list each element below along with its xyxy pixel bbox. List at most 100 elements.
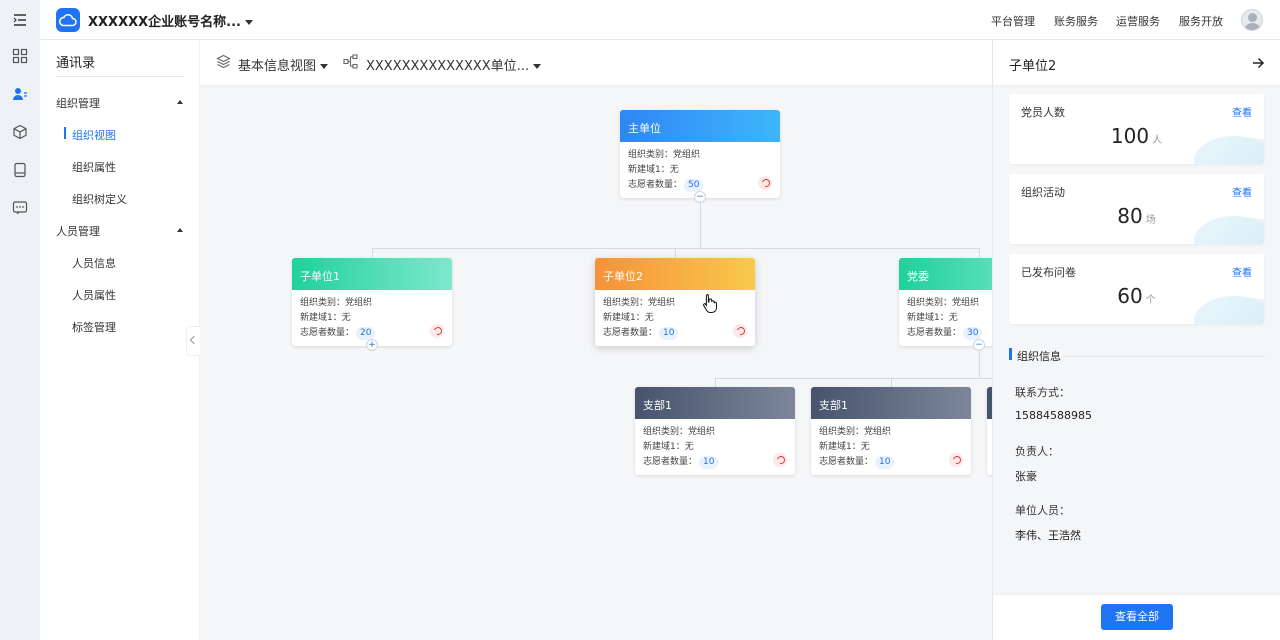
chevron-down-icon	[320, 64, 329, 69]
active-indicator	[64, 127, 66, 139]
user-avatar[interactable]	[1241, 9, 1263, 31]
field-label: 组织类别：	[907, 298, 953, 308]
nav-item-tags[interactable]: 标签管理	[72, 319, 116, 335]
org-card-sub2[interactable]: 子单位2 组织类别：党组织 新建域1：无 志愿者数量： 10	[595, 258, 755, 346]
nav-group-people[interactable]: 人员管理	[56, 223, 100, 239]
nav-item-org-tree[interactable]: 组织树定义	[72, 191, 127, 207]
party-emblem-icon	[949, 453, 963, 467]
leader-label: 负责人：	[1015, 445, 1059, 458]
field-label: 新建域1：	[300, 313, 342, 323]
field-label: 组织类别：	[643, 427, 689, 437]
contact-label: 联系方式：	[1015, 386, 1070, 399]
chevron-down-icon	[533, 64, 542, 69]
nav-item-people-info[interactable]: 人员信息	[72, 255, 116, 271]
nav-item-people-attrs[interactable]: 人员属性	[72, 287, 116, 303]
divider	[56, 76, 184, 77]
view-link[interactable]: 查看	[1232, 184, 1252, 199]
panel-title: 子单位2	[1009, 59, 1057, 74]
org-tree-icon	[343, 54, 358, 72]
view-selector[interactable]: 基本信息视图	[238, 55, 329, 74]
stat-unit: 个	[1145, 295, 1156, 306]
contacts-icon[interactable]	[12, 86, 28, 102]
field-label: 组织类别：	[628, 150, 674, 160]
volunteer-count-badge: 10	[875, 456, 895, 469]
menu-icon[interactable]	[12, 12, 28, 28]
card-body: 组织类别：党组织 新建域1：无 志愿者数量： 10	[635, 419, 795, 475]
card-body: 组织类别：党组织 新建域1：无 志愿者数量： 10	[811, 419, 971, 475]
stat-value: 100 人	[1009, 124, 1264, 148]
org-card-branch1[interactable]: 支部1 组织类别：党组织 新建域1：无 志愿者数量： 10	[811, 387, 971, 475]
field-label: 新建域1：	[643, 442, 685, 452]
arrow-right-icon[interactable]	[1252, 57, 1265, 72]
nav-open-service[interactable]: 服务开放	[1179, 13, 1223, 29]
icon-rail	[0, 0, 40, 640]
collapse-node-button[interactable]: −	[973, 339, 985, 351]
collapse-sidebar-button[interactable]	[186, 326, 200, 356]
field1-value: 无	[341, 313, 351, 323]
divider	[1063, 356, 1265, 357]
org-chart-canvas[interactable]: 主单位 组织类别：党组织 新建域1：无 志愿者数量： 50 − 子单位1 组织类别…	[200, 86, 992, 640]
party-emblem-icon	[430, 324, 444, 338]
view-all-button[interactable]: 查看全部	[1101, 604, 1173, 630]
chevron-up-icon[interactable]	[177, 228, 183, 232]
field-label: 新建域1：	[628, 165, 670, 175]
panel-footer: 查看全部	[993, 594, 1280, 640]
unit-selector[interactable]: XXXXXXXXXXXXXX单位...	[366, 55, 542, 74]
field-label: 新建域1：	[819, 442, 861, 452]
company-switcher[interactable]: XXXXXX企业账号名称...	[88, 11, 253, 30]
nav-item-org-view[interactable]: 组织视图	[72, 127, 116, 143]
field-label: 新建域1：	[603, 313, 645, 323]
stat-label: 组织活动	[1021, 186, 1065, 199]
detail-panel: 子单位2 党员人数 查看 100 人 组织活动 查看 80 场 已发布问卷 查看 6…	[992, 40, 1280, 640]
panel-header: 子单位2	[993, 40, 1280, 86]
field-label: 新建域1：	[907, 313, 949, 323]
company-name: XXXXXX企业账号名称...	[88, 15, 241, 30]
stat-label: 党员人数	[1021, 106, 1065, 119]
grid-icon[interactable]	[12, 48, 28, 64]
view-link[interactable]: 查看	[1232, 104, 1252, 119]
org-card-branch1[interactable]: 支部1 组织类别：党组织 新建域1：无 志愿者数量： 10	[635, 387, 795, 475]
stat-unit: 人	[1152, 135, 1163, 146]
cube-icon[interactable]	[12, 124, 28, 140]
field-label: 志愿者数量：	[643, 457, 698, 467]
nav-group-org[interactable]: 组织管理	[56, 95, 100, 111]
cloud-logo-icon	[56, 8, 80, 32]
field-label: 志愿者数量：	[819, 457, 874, 467]
nav-item-org-attrs[interactable]: 组织属性	[72, 159, 116, 175]
connector	[675, 248, 676, 258]
expand-node-button[interactable]: +	[366, 339, 378, 351]
connector	[372, 248, 980, 249]
org-card-committee[interactable]: 党委 组织类别：党组织 新建域1：无 志愿者数量： 30 −	[899, 258, 992, 351]
party-emblem-icon	[733, 324, 747, 338]
chevron-up-icon[interactable]	[177, 100, 183, 104]
view-link[interactable]: 查看	[1232, 264, 1252, 279]
collapse-node-button[interactable]: −	[694, 191, 706, 203]
volunteer-count-badge: 10	[659, 327, 679, 340]
section-indicator	[1009, 348, 1012, 360]
category-value: 党组织	[688, 427, 716, 437]
party-emblem-icon	[758, 176, 772, 190]
stat-value: 80 场	[1009, 204, 1264, 228]
card-body: 组织类别：党组织 新建域1：无 志愿者数量： 30	[899, 290, 992, 346]
field-label: 志愿者数量：	[907, 328, 962, 338]
category-value: 党组织	[673, 150, 701, 160]
card-title: 子单位2	[595, 258, 755, 290]
stat-number: 100	[1110, 124, 1150, 148]
device-icon[interactable]	[12, 162, 28, 178]
card-title: 主单位	[620, 110, 780, 142]
nav-platform[interactable]: 平台管理	[991, 13, 1035, 29]
nav-operations[interactable]: 运营服务	[1116, 13, 1160, 29]
connector	[700, 196, 701, 248]
org-card-main[interactable]: 主单位 组织类别：党组织 新建域1：无 志愿者数量： 50 −	[620, 110, 780, 203]
layers-icon	[216, 54, 231, 72]
message-icon[interactable]	[12, 200, 28, 216]
nav-billing[interactable]: 账务服务	[1054, 13, 1098, 29]
stat-number: 60	[1117, 284, 1143, 308]
org-card-sub1[interactable]: 子单位1 组织类别：党组织 新建域1：无 志愿者数量： 20 +	[292, 258, 452, 351]
members-value: 李伟、王浩然	[1015, 529, 1081, 542]
contact-value: 15884588985	[1015, 409, 1092, 422]
top-bar: XXXXXX企业账号名称... 平台管理 账务服务 运营服务 服务开放	[0, 0, 1280, 40]
section-title: 组织信息	[1017, 350, 1061, 363]
connector	[372, 248, 373, 258]
hand-cursor-icon	[702, 293, 718, 316]
